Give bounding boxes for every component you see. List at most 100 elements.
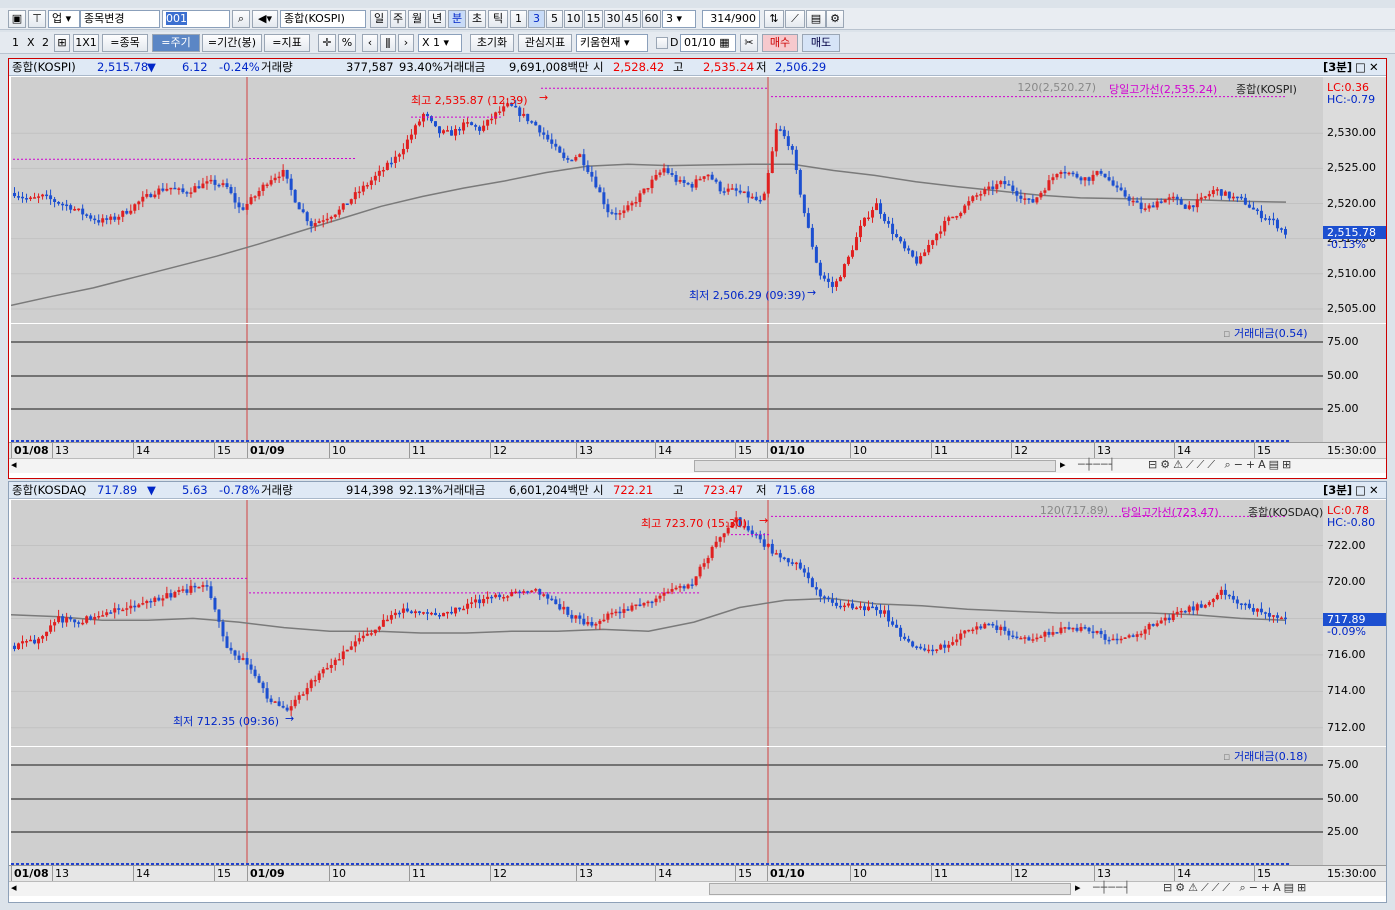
window-icon[interactable]: ▣	[8, 10, 26, 28]
amount-legend[interactable]: ▫ 거래대금(0.18)	[1223, 748, 1308, 764]
amount-legend[interactable]: ▫ 거래대금(0.54)	[1223, 325, 1308, 341]
minute-60[interactable]: 60	[642, 10, 661, 28]
candle-body	[1227, 594, 1231, 597]
candle-body	[1039, 636, 1043, 639]
series-legend[interactable]: 종합(KOSPI)	[1236, 81, 1297, 97]
zoom-select[interactable]: X 1 ▾	[418, 34, 462, 52]
next-icon[interactable]: ›	[398, 34, 414, 52]
stock-button[interactable]: =종목	[102, 34, 148, 52]
scroll-right-icon[interactable]: ▸	[1060, 458, 1066, 471]
date-input[interactable]: 01/10 ▦	[680, 34, 736, 52]
layout-2[interactable]: 2	[42, 36, 49, 49]
chart-tools-icons[interactable]: ⊟⚙⚠⟋⟋⟋ ⌕−+A▤⊞	[1148, 458, 1294, 472]
reset-button[interactable]: 초기화	[470, 34, 514, 52]
minute-30[interactable]: 30	[604, 10, 623, 28]
minute-45[interactable]: 45	[622, 10, 641, 28]
upjong-select[interactable]: 업 ▾	[48, 10, 80, 28]
price-plot[interactable]: 최고 2,535.87 (12:39) → 최저 2,506.29 (09:39) →…	[11, 77, 1323, 323]
scroll-right-icon[interactable]: ▸	[1075, 881, 1081, 894]
gear-icon[interactable]: ⚙	[826, 10, 844, 28]
candle-body	[1035, 197, 1039, 203]
d-checkbox[interactable]	[656, 37, 668, 49]
sell-button[interactable]: 매도	[802, 34, 840, 52]
chart-tools-icons[interactable]: ⊟⚙⚠⟋⟋⟋ ⌕−+A▤⊞	[1163, 881, 1309, 895]
high-value: 723.47	[703, 483, 744, 497]
stock-change-select[interactable]: 종목변경	[80, 10, 160, 28]
highline-legend[interactable]: 당일고가선(723.47)	[1121, 504, 1219, 520]
interest-indicator-button[interactable]: 관심지표	[518, 34, 572, 52]
crosshair-icon[interactable]: ✛	[318, 34, 336, 52]
candle-body	[1147, 624, 1151, 630]
arrange-icon[interactable]: ⇅	[764, 10, 784, 28]
kiwoom-select[interactable]: 키움현재 ▾	[576, 34, 648, 52]
period-5[interactable]: 초	[468, 10, 486, 28]
close-icon[interactable]: ✕	[1369, 482, 1379, 499]
period-4[interactable]: 분	[448, 10, 466, 28]
candle-body	[646, 601, 650, 604]
amount-subplot[interactable]: ▫ 거래대금(0.54)	[11, 324, 1323, 442]
minute-15[interactable]: 15	[584, 10, 603, 28]
period-3[interactable]: 년	[428, 10, 446, 28]
candle-body	[1075, 627, 1079, 631]
range-button[interactable]: =기간(봉)	[202, 34, 262, 52]
candle-body	[69, 205, 73, 210]
percent-button[interactable]: %	[338, 34, 356, 52]
candle-body	[1075, 173, 1079, 178]
series-legend[interactable]: 종합(KOSDAQ)	[1248, 504, 1323, 520]
candle-body	[73, 208, 77, 211]
speaker-icon[interactable]: ◀▾	[252, 10, 278, 28]
buy-button[interactable]: 매수	[762, 34, 798, 52]
minute-5[interactable]: 5	[546, 10, 563, 28]
candle-body	[887, 610, 891, 622]
period-2[interactable]: 월	[408, 10, 426, 28]
pin-icon[interactable]: ⊤	[28, 10, 46, 28]
layout-x[interactable]: X	[27, 36, 35, 49]
period-button[interactable]: =주기	[152, 34, 200, 52]
candle-body	[173, 187, 177, 190]
close-icon[interactable]: ✕	[1369, 59, 1379, 76]
trend-icon[interactable]: ⟋	[785, 10, 805, 28]
candle-body	[766, 173, 770, 194]
grid-icon[interactable]: ⊞	[54, 34, 70, 52]
stock-name-field[interactable]: 종합(KOSPI)	[280, 10, 366, 28]
candle-body	[762, 193, 766, 201]
scroll-left-icon[interactable]: ◂	[11, 881, 17, 894]
price-plot[interactable]: 최고 723.70 (15:30) → 최저 712.35 (09:36) → 120(…	[11, 500, 1323, 746]
period-6[interactable]: 틱	[488, 10, 508, 28]
x-tick: 13	[52, 866, 69, 881]
scissors-icon[interactable]: ✂	[740, 34, 758, 52]
candle-body	[137, 201, 141, 205]
zoom-slider[interactable]: ─┼──┤	[1078, 458, 1116, 471]
h-scrollbar[interactable]: ◂ ▸ ─┼──┤ ⊟⚙⚠⟋⟋⟋ ⌕−+A▤⊞	[9, 881, 1386, 896]
minute-select[interactable]: 3 ▾	[662, 10, 696, 28]
save-icon[interactable]: ▤	[806, 10, 826, 28]
minute-10[interactable]: 10	[564, 10, 583, 28]
period-0[interactable]: 일	[370, 10, 388, 28]
scroll-thumb[interactable]	[694, 460, 1056, 472]
h-scrollbar[interactable]: ◂ ▸ ─┼──┤ ⊟⚙⚠⟋⟋⟋ ⌕−+A▤⊞	[9, 458, 1386, 473]
indicator-button[interactable]: =지표	[264, 34, 310, 52]
candle-body	[814, 246, 818, 263]
minute-1[interactable]: 1	[510, 10, 527, 28]
highline-legend[interactable]: 당일고가선(2,535.24)	[1109, 81, 1217, 97]
minute-3[interactable]: 3	[528, 10, 545, 28]
search-icon[interactable]: ⌕	[232, 10, 250, 28]
prev-icon[interactable]: ‹	[362, 34, 378, 52]
scroll-thumb[interactable]	[709, 883, 1071, 895]
candle-body	[1219, 189, 1223, 196]
layout-1[interactable]: 1	[12, 36, 19, 49]
pause-icon[interactable]: ǁ	[380, 34, 396, 52]
period-1[interactable]: 주	[390, 10, 406, 28]
count-field[interactable]: 314/900	[702, 10, 760, 28]
kospi-chart-pane: 종합(KOSPI) 2,515.78 ▼ 6.12 -0.24% 거래량 377,587 93…	[8, 58, 1387, 479]
scroll-left-icon[interactable]: ◂	[11, 458, 17, 471]
zoom-slider[interactable]: ─┼──┤	[1093, 881, 1131, 894]
candle-body	[1191, 205, 1195, 208]
maximize-icon[interactable]: □	[1355, 482, 1366, 499]
grid-1x1-button[interactable]: 1X1	[73, 34, 99, 52]
maximize-icon[interactable]: □	[1355, 59, 1366, 76]
amount-subplot[interactable]: ▫ 거래대금(0.18)	[11, 747, 1323, 865]
current-price: 717.89	[97, 483, 138, 497]
candle-body	[446, 130, 450, 132]
code-input[interactable]: 001	[162, 10, 230, 28]
